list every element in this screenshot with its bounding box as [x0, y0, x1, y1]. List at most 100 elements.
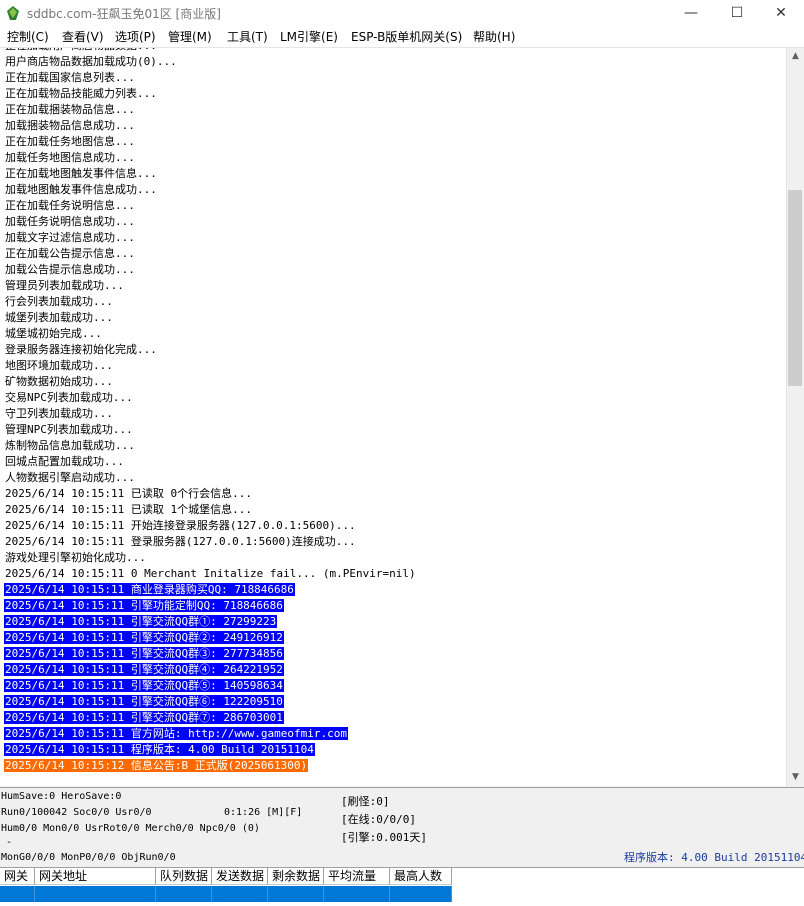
- menu-control[interactable]: 控制(C): [7, 28, 49, 45]
- log-line: 2025/6/14 10:15:11 登录服务器(127.0.0.1:5600)…: [4, 534, 417, 550]
- log-line-text: 人物数据引擎启动成功...: [5, 471, 135, 484]
- col-gateway[interactable]: 网关: [0, 868, 35, 885]
- log-line-text: 正在加载任务说明信息...: [5, 199, 135, 212]
- maximize-button[interactable]: ☐: [714, 0, 760, 27]
- col-max-users[interactable]: 最高人数: [390, 868, 452, 885]
- log-line-text: 2025/6/14 10:15:11 引擎交流QQ群③: 277734856: [4, 647, 284, 660]
- close-icon: ✕: [775, 5, 787, 21]
- log-line-text: 游戏处理引擎初始化成功...: [5, 551, 146, 564]
- engine-days: [引擎:0.001天]: [341, 831, 427, 844]
- log-line-text: 加载公告提示信息成功...: [5, 263, 135, 276]
- log-line: 2025/6/14 10:15:12 信息公告:B 正式版(2025061300…: [4, 758, 417, 774]
- log-line-text: 登录服务器连接初始化完成...: [5, 343, 157, 356]
- log-line-text: 地图环境加载成功...: [5, 359, 113, 372]
- col-queue-data[interactable]: 队列数据: [156, 868, 212, 885]
- menu-options[interactable]: 选项(P): [115, 28, 156, 45]
- maximize-icon: ☐: [730, 5, 744, 21]
- log-line: 用户商店物品数据加载成功(0)...: [4, 54, 417, 70]
- scroll-thumb[interactable]: [788, 190, 802, 386]
- log-line: 管理NPC列表加载成功...: [4, 422, 417, 438]
- window-title: sddbc.com-狂飙玉免01区 [商业版]: [27, 7, 221, 21]
- menu-tools[interactable]: 工具(T): [227, 28, 268, 45]
- log-line: 管理员列表加载成功...: [4, 278, 417, 294]
- log-line: 加载地图触发事件信息成功...: [4, 182, 417, 198]
- log-line-text: 加载任务地图信息成功...: [5, 151, 135, 164]
- log-line-text: 加载地图触发事件信息成功...: [5, 183, 157, 196]
- menu-view[interactable]: 查看(V): [62, 28, 104, 45]
- log-line-text: 正在加载国家信息列表...: [5, 71, 135, 84]
- log-line-text: 正在加载任务地图信息...: [5, 135, 135, 148]
- log-line-text: 用户商店物品数据加载成功(0)...: [5, 55, 177, 68]
- col-remaining-data[interactable]: 剩余数据: [268, 868, 324, 885]
- log-line: 加载任务地图信息成功...: [4, 150, 417, 166]
- log-line-text: 2025/6/14 10:15:11 登录服务器(127.0.0.1:5600)…: [5, 535, 356, 548]
- log-line: 正在加载国家信息列表...: [4, 70, 417, 86]
- scroll-down-icon[interactable]: ▼: [787, 769, 804, 786]
- log-line-text: 2025/6/14 10:15:11 引擎交流QQ群①: 27299223: [4, 615, 278, 628]
- log-line: 交易NPC列表加载成功...: [4, 390, 417, 406]
- log-line: 加载文字过滤信息成功...: [4, 230, 417, 246]
- status-panel: HumSave:0 HeroSave:0 Run0/100042 Soc0/0 …: [0, 787, 804, 868]
- menu-help[interactable]: 帮助(H): [473, 28, 515, 45]
- table-cell: [0, 886, 35, 902]
- log-line-text: 管理员列表加载成功...: [5, 279, 124, 292]
- log-lines: 正在加载用户商店物品数据... 用户商店物品数据加载成功(0)... 正在加载国家信…: [4, 48, 417, 774]
- minimize-button[interactable]: —: [668, 0, 714, 27]
- log-line-text: 行会列表加载成功...: [5, 295, 113, 308]
- col-send-data[interactable]: 发送数据: [212, 868, 268, 885]
- log-line: 2025/6/14 10:15:11 已读取 0个行会信息...: [4, 486, 417, 502]
- log-line: 2025/6/14 10:15:11 引擎交流QQ群④: 264221952: [4, 662, 417, 678]
- log-line: 2025/6/14 10:15:11 官方网站: http://www.game…: [4, 726, 417, 742]
- log-line-text: 2025/6/14 10:15:11 官方网站: http://www.game…: [4, 727, 349, 740]
- status-objects: Hum0/0 Mon0/0 UsrRot0/0 Merch0/0 Npc0/0 …: [1, 823, 260, 834]
- log-line-text: 正在加载用户商店物品数据...: [4, 48, 158, 52]
- scroll-up-icon[interactable]: ▲: [787, 48, 804, 65]
- log-line: 正在加载地图触发事件信息...: [4, 166, 417, 182]
- log-line-text: 正在加载公告提示信息...: [5, 247, 135, 260]
- log-line: 2025/6/14 10:15:11 商业登录器购买QQ: 718846686: [4, 582, 417, 598]
- log-line: 2025/6/14 10:15:11 引擎交流QQ群⑤: 140598634: [4, 678, 417, 694]
- menu-manage[interactable]: 管理(M): [168, 28, 212, 45]
- log-line-text: 正在加载地图触发事件信息...: [5, 167, 157, 180]
- log-line: 2025/6/14 10:15:11 0 Merchant Initalize …: [4, 566, 417, 582]
- close-button[interactable]: ✕: [758, 0, 804, 27]
- log-line: 2025/6/14 10:15:11 引擎交流QQ群②: 249126912: [4, 630, 417, 646]
- program-version: 程序版本: 4.00 Build 20151104: [624, 851, 804, 864]
- log-line: 正在加载任务说明信息...: [4, 198, 417, 214]
- table-row[interactable]: [0, 886, 452, 902]
- log-line-text: 2025/6/14 10:15:11 引擎交流QQ群⑥: 122209510: [4, 695, 284, 708]
- log-line: 正在加载公告提示信息...: [4, 246, 417, 262]
- log-line: 游戏处理引擎初始化成功...: [4, 550, 417, 566]
- table-cell: [324, 886, 390, 902]
- log-line-text: 炼制物品信息加载成功...: [5, 439, 135, 452]
- gateway-table[interactable]: 网关 网关地址 队列数据 发送数据 剩余数据 平均流量 最高人数: [0, 867, 804, 906]
- log-line: 2025/6/14 10:15:11 程序版本: 4.00 Build 2015…: [4, 742, 417, 758]
- log-scrollbar[interactable]: ▲ ▼: [786, 48, 804, 786]
- table-cell: [35, 886, 156, 902]
- log-line-text: 2025/6/14 10:15:11 引擎交流QQ群②: 249126912: [4, 631, 284, 644]
- log-line-text: 2025/6/14 10:15:11 0 Merchant Initalize …: [5, 567, 416, 580]
- log-line-text: 2025/6/14 10:15:12 信息公告:B 正式版(2025061300…: [4, 759, 309, 772]
- log-line-text: 2025/6/14 10:15:11 引擎功能定制QQ: 718846686: [4, 599, 284, 612]
- log-line-text: 正在加载捆装物品信息...: [5, 103, 135, 116]
- log-line-text: 矿物数据初始成功...: [5, 375, 113, 388]
- col-average-traffic[interactable]: 平均流量: [324, 868, 390, 885]
- log-line-text: 2025/6/14 10:15:11 商业登录器购买QQ: 718846686: [4, 583, 295, 596]
- menu-lm-engine[interactable]: LM引擎(E): [280, 28, 338, 45]
- menu-esp-gateway[interactable]: ESP-B版单机网关(S): [351, 28, 462, 45]
- log-line-text: 管理NPC列表加载成功...: [5, 423, 133, 436]
- log-line: 2025/6/14 10:15:11 引擎交流QQ群⑦: 286703001: [4, 710, 417, 726]
- log-line-text: 城堡城初始完成...: [5, 327, 102, 340]
- status-run: Run0/100042 Soc0/0 Usr0/0: [1, 807, 152, 818]
- log-line: 加载捆装物品信息成功...: [4, 118, 417, 134]
- col-gateway-address[interactable]: 网关地址: [35, 868, 156, 885]
- log-line: 城堡城初始完成...: [4, 326, 417, 342]
- app-icon: [7, 6, 19, 20]
- title-bar: sddbc.com-狂飙玉免01区 [商业版] — ☐ ✕: [0, 0, 804, 27]
- status-dash: -: [6, 837, 13, 848]
- log-line: 地图环境加载成功...: [4, 358, 417, 374]
- menu-bar: 控制(C) 查看(V) 选项(P) 管理(M) 工具(T) LM引擎(E) ES…: [0, 27, 804, 48]
- log-output[interactable]: 正在加载用户商店物品数据... 用户商店物品数据加载成功(0)... 正在加载国家信…: [0, 48, 786, 786]
- log-line-text: 交易NPC列表加载成功...: [5, 391, 133, 404]
- log-line-text: 2025/6/14 10:15:11 已读取 1个城堡信息...: [5, 503, 252, 516]
